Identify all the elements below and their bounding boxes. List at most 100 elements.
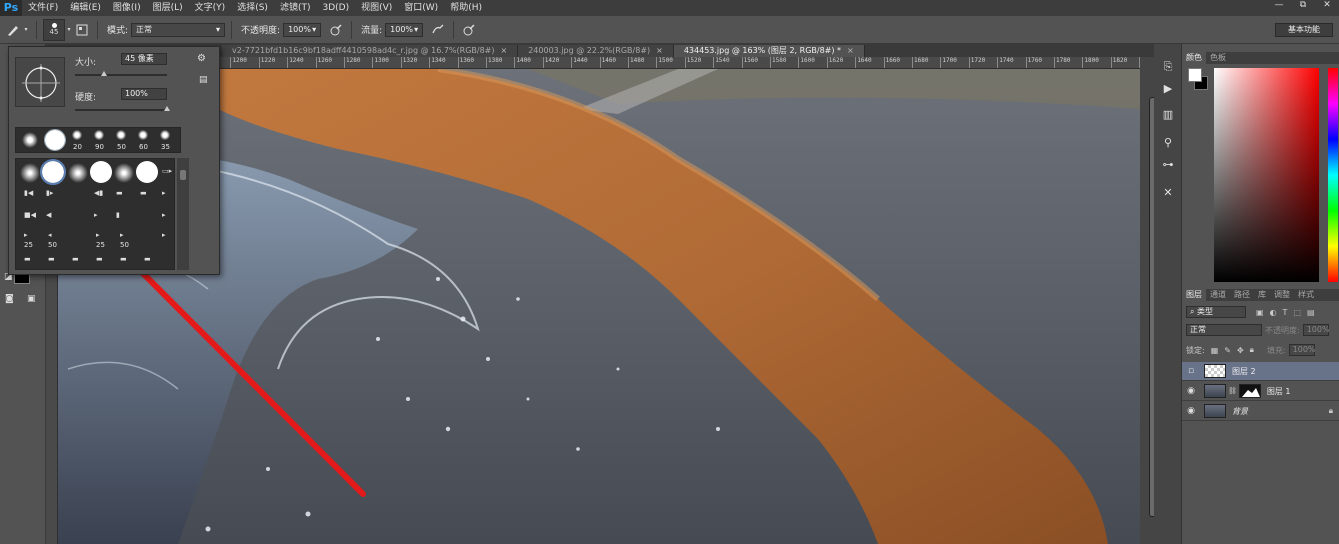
brush-preset-tip-icon[interactable]: ▬ — [140, 189, 147, 197]
fill-field[interactable]: 100% — [1288, 344, 1316, 356]
brush-tip-50[interactable] — [116, 130, 126, 140]
layer-opacity-label: 不透明度: — [1265, 325, 1300, 335]
brush-preset-soft-round[interactable] — [68, 163, 88, 183]
brush-angle-preview[interactable] — [15, 57, 65, 107]
tab-channels[interactable]: 通道 — [1206, 289, 1230, 301]
eye-icon[interactable]: ◉ — [1184, 386, 1198, 396]
brush-preset-tip-icon[interactable]: ▸ — [162, 211, 166, 219]
brush-size-label: 90 — [95, 143, 104, 151]
brush-presets-icon[interactable]: ▥ — [1159, 108, 1177, 124]
clone-source-icon[interactable]: ⚲ — [1159, 136, 1177, 152]
brush-preset-tip-icon[interactable]: ▸ — [94, 211, 98, 219]
brush-preset-tip-icon[interactable]: ◀ — [46, 211, 51, 219]
visibility-toggle-off[interactable]: ▫ — [1184, 366, 1198, 376]
gear-icon[interactable]: ⚙ — [197, 53, 206, 64]
tab-layers[interactable]: 图层 — [1182, 289, 1206, 301]
layer-row-layer-2[interactable]: ▫ 图层 2 — [1182, 362, 1339, 381]
filter-smart-icon[interactable]: ▤ — [1307, 308, 1315, 317]
hardness-slider-knob[interactable] — [164, 106, 170, 111]
kind-label: 类型 — [1197, 307, 1214, 316]
brush-hard-tip[interactable] — [44, 129, 66, 151]
hardness-field[interactable]: 100% — [121, 88, 167, 100]
brush-preset-tip-icon[interactable]: ▮▸ — [46, 189, 53, 197]
brush-preset-tip-icon[interactable]: ▸ — [120, 231, 124, 239]
brush-preset-tip-icon[interactable]: ▬ — [96, 255, 103, 263]
hardness-slider[interactable] — [75, 106, 170, 111]
layer-row-layer-1[interactable]: ◉ ⛓ 图层 1 — [1182, 382, 1339, 401]
brush-tip-90[interactable] — [94, 130, 104, 140]
brush-tip-60[interactable] — [138, 130, 148, 140]
brush-preset-soft-round[interactable] — [114, 163, 134, 183]
filter-type-icon[interactable]: T — [1283, 308, 1288, 317]
chain-link-icon[interactable]: ⛓ — [1228, 387, 1237, 395]
layer-kind-filter[interactable]: ⌕ 类型 — [1186, 306, 1246, 318]
brush-preset-tip-icon[interactable]: ◀▮ — [94, 189, 103, 197]
brush-preset-tip-icon[interactable]: ▸ — [162, 231, 166, 239]
layer-row-background[interactable]: ◉ 背景 🔒︎ — [1182, 402, 1339, 421]
new-preset-icon[interactable]: ▤ — [199, 75, 208, 85]
tab-libraries[interactable]: 库 — [1254, 289, 1270, 301]
brush-preset-pen-icon[interactable]: ▭▸ — [162, 167, 172, 175]
lock-all-icon[interactable]: 🔒︎ — [1250, 345, 1254, 355]
blend-mode-select[interactable]: 正常 — [1186, 324, 1262, 336]
brush-preset-tip-icon[interactable]: ▮◀ — [24, 189, 33, 197]
layer-mask-thumbnail[interactable] — [1238, 384, 1261, 398]
brush-preset-tip-icon[interactable]: ▬ — [24, 255, 31, 263]
layer-filter-row: ⌕ 类型 ▣ ◐ T ⬚ ▤ — [1182, 306, 1339, 318]
filter-pixel-icon[interactable]: ▣ — [1256, 308, 1264, 317]
tab-adjustments[interactable]: 调整 — [1270, 289, 1294, 301]
brush-preset-tip-icon[interactable]: ▮ — [116, 211, 120, 219]
brush-grid-scrollbar[interactable] — [177, 158, 189, 270]
foreground-color-swatch[interactable] — [1188, 68, 1202, 82]
color-picker-field[interactable] — [1214, 68, 1319, 282]
brush-preset-tip-icon[interactable]: ▬ — [144, 255, 151, 263]
brush-size-label: 50 — [48, 241, 57, 249]
brush-size-label: 50 — [120, 241, 129, 249]
history-icon[interactable]: ⎘ — [1159, 60, 1177, 76]
size-slider[interactable] — [75, 71, 167, 76]
brush-tip-20[interactable] — [72, 130, 82, 140]
brush-size-label: 35 — [161, 143, 170, 151]
brush-preset-tip-icon[interactable]: ◂ — [48, 231, 52, 239]
scrollbar-thumb[interactable] — [180, 170, 186, 180]
lock-label: 锁定: — [1186, 345, 1205, 355]
tab-paths[interactable]: 路径 — [1230, 289, 1254, 301]
brush-size-label: 50 — [117, 143, 126, 151]
brush-preset-soft-round[interactable] — [20, 163, 40, 183]
hue-slider[interactable] — [1328, 68, 1338, 282]
size-field[interactable]: 45 像素 — [121, 53, 167, 65]
brush-size-label: 20 — [73, 143, 82, 151]
filter-adjust-icon[interactable]: ◐ — [1270, 308, 1277, 317]
tab-color[interactable]: 颜色 — [1182, 52, 1206, 64]
filter-shape-icon[interactable]: ⬚ — [1293, 308, 1301, 317]
lock-transparency-icon[interactable]: ▦ — [1211, 346, 1219, 355]
brush-preset-hard-round-selected[interactable] — [40, 159, 66, 185]
size-slider-knob[interactable] — [101, 71, 108, 76]
brush-preset-tip-icon[interactable]: ▬ — [72, 255, 79, 263]
tab-styles[interactable]: 样式 — [1294, 289, 1318, 301]
lock-position-icon[interactable]: ✥ — [1237, 346, 1244, 355]
brush-size-label: 25 — [24, 241, 33, 249]
brush-preset-tip-icon[interactable]: ▬ — [48, 255, 55, 263]
brush-preset-tip-icon[interactable]: ▬ — [120, 255, 127, 263]
brush-tip-35[interactable] — [160, 130, 170, 140]
brush-soft-tip[interactable] — [22, 132, 38, 148]
brush-preset-hard-round[interactable] — [136, 161, 158, 183]
eye-icon[interactable]: ◉ — [1184, 406, 1198, 416]
brush-preset-tip-icon[interactable]: ■◀ — [24, 211, 36, 219]
collapsed-panels-dock: ⎘ ▶ ▥ ⚲ ⊶ ✕ — [1154, 44, 1182, 544]
adjust-sliders-icon[interactable]: ⊶ — [1159, 158, 1177, 174]
actions-play-icon[interactable]: ▶ — [1159, 82, 1177, 98]
tool-presets-icon[interactable]: ✕ — [1159, 186, 1177, 202]
brush-preset-tip-icon[interactable]: ▸ — [96, 231, 100, 239]
tab-swatches[interactable]: 色板 — [1206, 52, 1230, 64]
lock-pixels-icon[interactable]: ✎ — [1224, 346, 1231, 355]
fill-label: 填充: — [1266, 345, 1286, 355]
size-label: 大小: — [75, 58, 97, 68]
brush-preset-tip-icon[interactable]: ▬ — [116, 189, 123, 197]
brush-size-label: 60 — [139, 143, 148, 151]
layer-opacity-field[interactable]: 100% — [1302, 324, 1330, 336]
brush-preset-hard-round[interactable] — [90, 161, 112, 183]
brush-preset-tip-icon[interactable]: ▸ — [162, 189, 166, 197]
brush-preset-tip-icon[interactable]: ▸ — [24, 231, 28, 239]
